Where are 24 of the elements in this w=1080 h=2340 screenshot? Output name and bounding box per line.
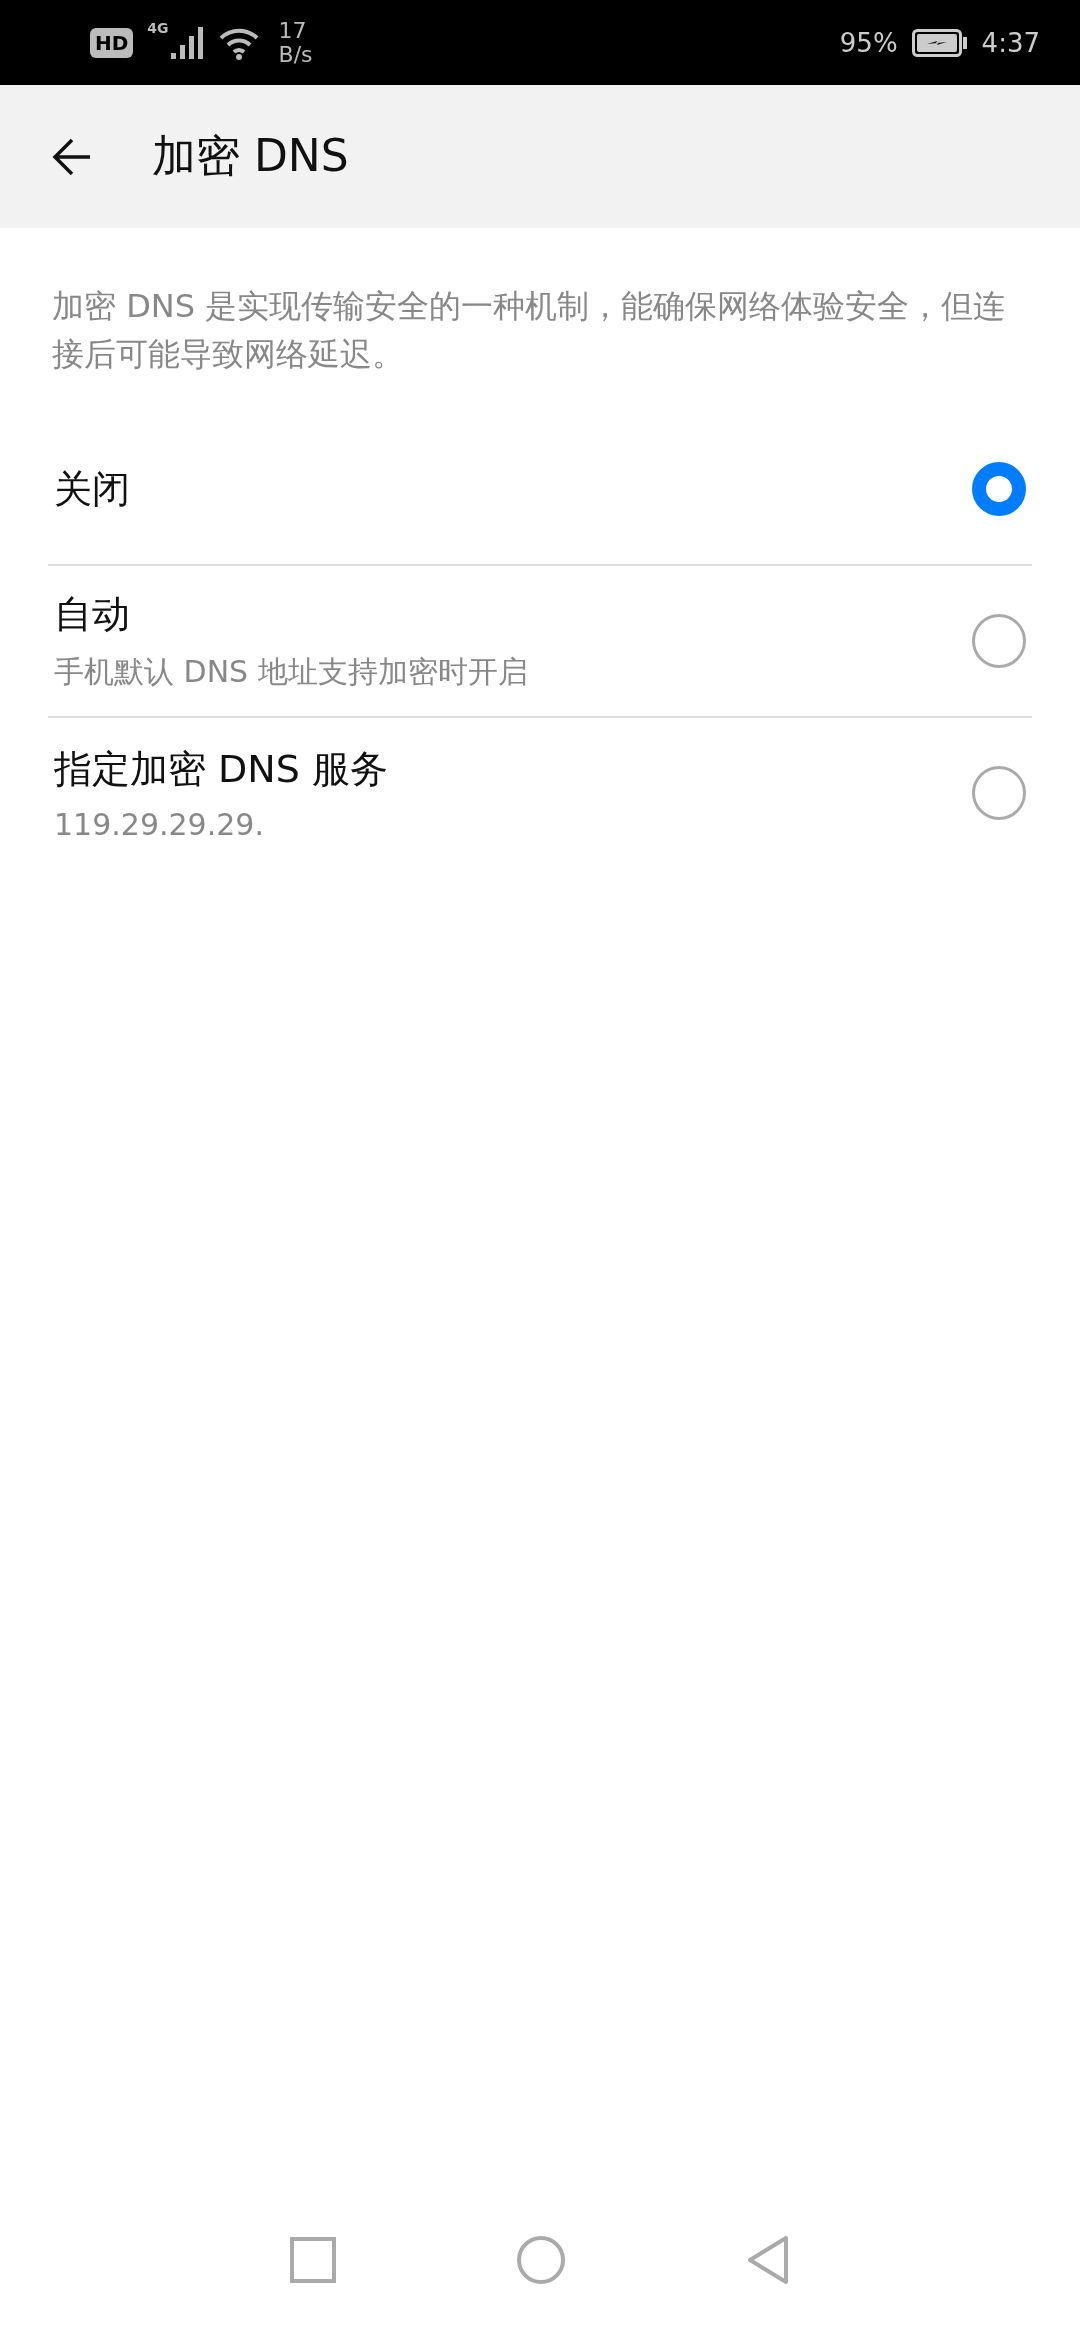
option-label: 指定加密 DNS 服务 <box>54 746 389 793</box>
clock: 4:37 <box>981 27 1040 58</box>
signal-icon <box>170 24 205 61</box>
battery-icon <box>911 28 968 57</box>
battery-percent: 95% <box>839 27 898 58</box>
hd-icon: HD <box>90 27 134 58</box>
home-icon[interactable] <box>516 2235 566 2285</box>
option-row[interactable]: 关闭 <box>48 414 1032 566</box>
description: 加密 DNS 是实现传输安全的一种机制，能确保网络体验安全，但连接后可能导致网络延迟。 <box>52 286 1007 375</box>
option-subtitle: 119.29.29.29. <box>54 807 265 842</box>
option-row[interactable]: 自动 手机默认 DNS 地址支持加密时开启 <box>48 566 1032 718</box>
network-type: 4G <box>147 20 169 36</box>
option-subtitle: 手机默认 DNS 地址支持加密时开启 <box>54 653 529 691</box>
speed-unit: B/s <box>278 42 313 67</box>
radio-button[interactable] <box>972 614 1026 668</box>
option-label: 关闭 <box>54 465 131 513</box>
option-row[interactable]: 指定加密 DNS 服务 119.29.29.29. <box>48 718 1032 868</box>
radio-button[interactable] <box>972 766 1026 820</box>
radio-button[interactable] <box>972 462 1026 516</box>
back-icon[interactable] <box>52 136 92 177</box>
speed-value: 17 <box>278 18 308 43</box>
page-title: 加密 DNS <box>152 129 349 183</box>
option-label: 自动 <box>54 591 131 638</box>
recents-icon[interactable] <box>290 2237 336 2283</box>
